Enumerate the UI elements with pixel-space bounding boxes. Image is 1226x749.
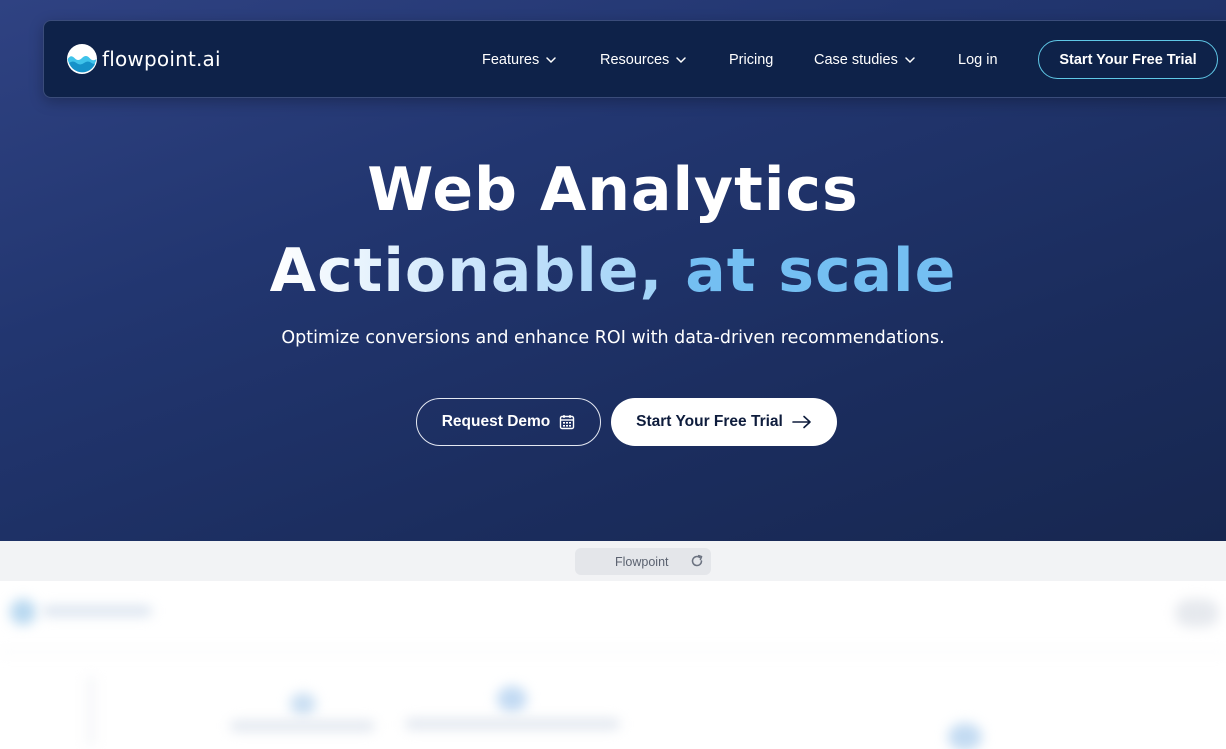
preview-tab-title: Flowpoint bbox=[615, 554, 669, 569]
blurred-sidebar-edge bbox=[88, 676, 94, 746]
blurred-divider bbox=[0, 651, 1226, 653]
start-free-trial-label: Start Your Free Trial bbox=[636, 413, 783, 430]
hero-subtitle: Optimize conversions and enhance ROI wit… bbox=[281, 328, 945, 348]
nav-item-label: Resources bbox=[600, 52, 670, 68]
blurred-header-action bbox=[1175, 599, 1219, 627]
headline-at-scale: at scale bbox=[685, 236, 957, 306]
top-navbar: flowpoint.ai Features Resources Pricing … bbox=[43, 20, 1226, 98]
chevron-down-icon bbox=[905, 57, 915, 64]
arrow-right-icon bbox=[792, 415, 811, 429]
nav-item-case-studies[interactable]: Case studies bbox=[814, 52, 916, 68]
brand-logo[interactable]: flowpoint.ai bbox=[66, 43, 221, 75]
nav-item-features[interactable]: Features bbox=[482, 52, 557, 68]
blurred-node bbox=[497, 686, 527, 712]
chevron-down-icon bbox=[676, 57, 687, 64]
nav-item-label: Log in bbox=[958, 52, 998, 68]
start-free-trial-button[interactable]: Start Your Free Trial bbox=[611, 398, 837, 446]
preview-browser-bar: Flowpoint bbox=[0, 541, 1226, 581]
hero-headline-line2: Actionable, at scale bbox=[0, 236, 1226, 306]
nav-free-trial-label: Start Your Free Trial bbox=[1059, 51, 1197, 68]
nav-item-label: Case studies bbox=[814, 52, 898, 68]
request-demo-button[interactable]: Request Demo bbox=[416, 398, 601, 446]
chevron-down-icon bbox=[546, 57, 556, 64]
refresh-icon[interactable] bbox=[690, 554, 704, 568]
request-demo-label: Request Demo bbox=[441, 413, 551, 430]
nav-item-label: Features bbox=[482, 52, 540, 68]
blurred-logo bbox=[10, 599, 36, 625]
brand-name: flowpoint.ai bbox=[102, 47, 221, 71]
preview-address-bar[interactable]: Flowpoint bbox=[575, 548, 711, 575]
nav-free-trial-button[interactable]: Start Your Free Trial bbox=[1038, 40, 1218, 79]
blurred-node bbox=[290, 693, 316, 715]
nav-item-resources[interactable]: Resources bbox=[600, 52, 687, 68]
blurred-app-preview bbox=[0, 581, 1226, 749]
headline-actionable: Actionable, bbox=[269, 236, 664, 306]
login-link[interactable]: Log in bbox=[958, 52, 998, 68]
blurred-brand bbox=[42, 606, 152, 616]
blurred-label bbox=[230, 721, 375, 731]
hero-section: flowpoint.ai Features Resources Pricing … bbox=[0, 0, 1226, 541]
nav-item-pricing[interactable]: Pricing bbox=[729, 52, 773, 68]
hero-headline-line1: Web Analytics bbox=[367, 155, 859, 225]
blurred-label bbox=[405, 719, 620, 729]
calendar-icon bbox=[560, 415, 575, 430]
blurred-node bbox=[948, 723, 982, 749]
nav-item-label: Pricing bbox=[729, 52, 774, 68]
wave-logo-icon bbox=[67, 44, 97, 74]
